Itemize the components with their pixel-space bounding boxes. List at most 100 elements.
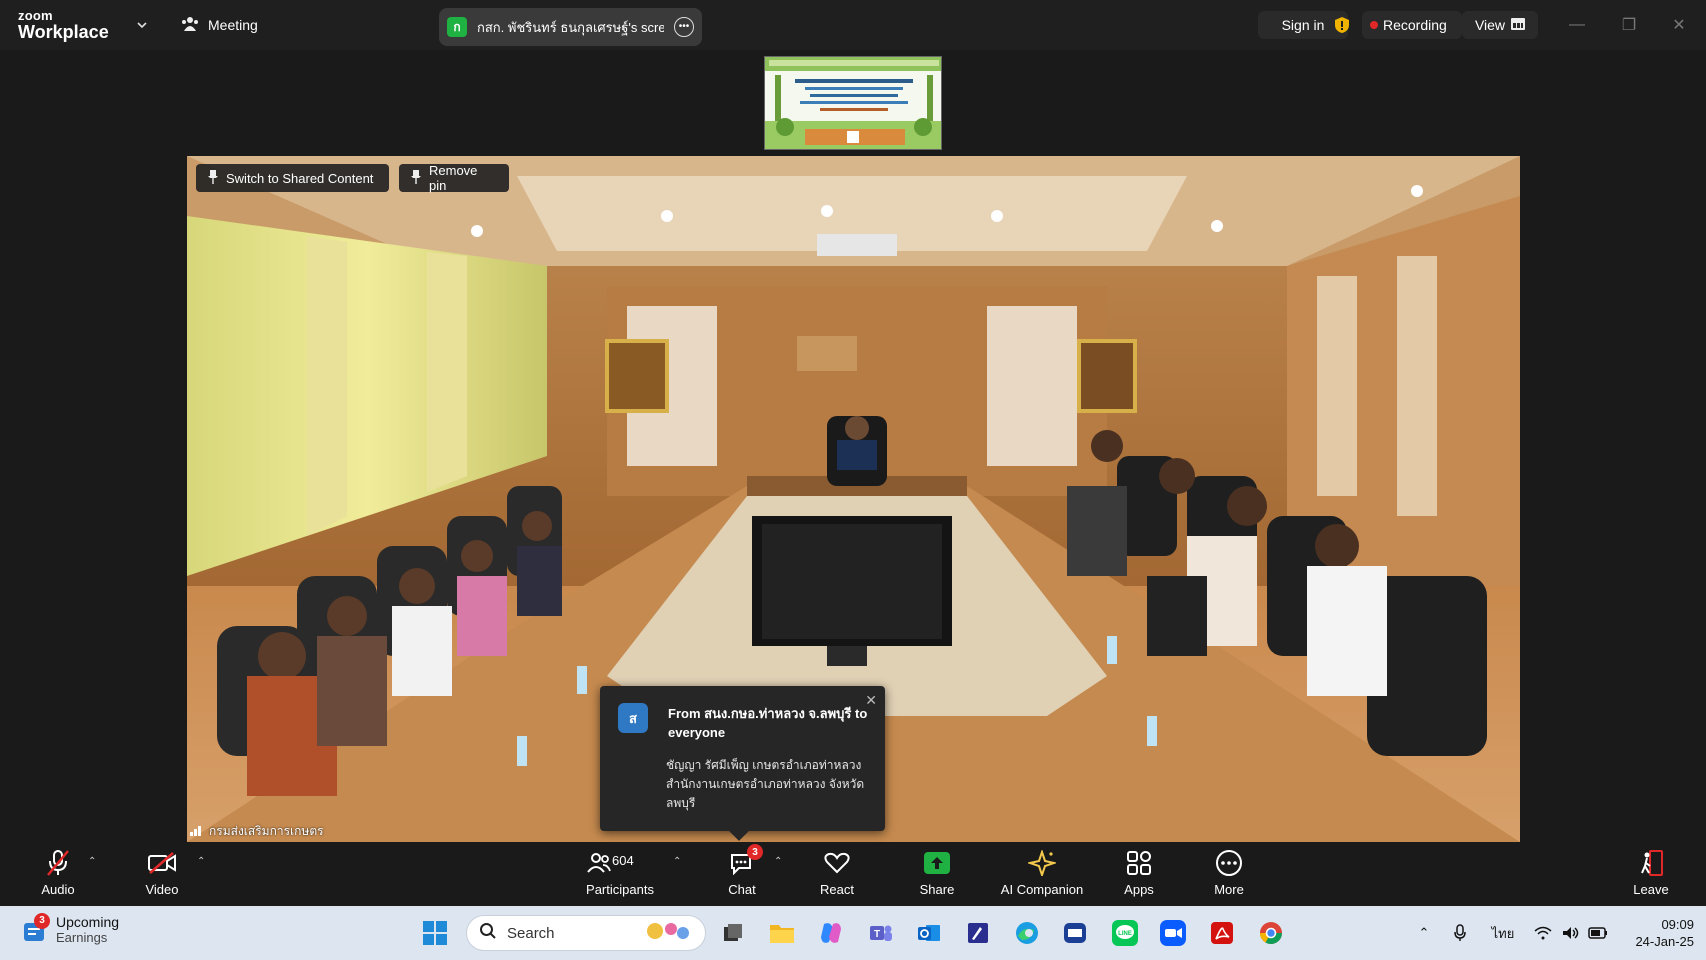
writing-app-icon[interactable] bbox=[963, 918, 993, 948]
apps-button[interactable]: Apps bbox=[1118, 848, 1160, 902]
react-button[interactable]: React bbox=[815, 848, 859, 902]
meeting-people-icon bbox=[180, 15, 200, 36]
file-explorer-icon[interactable] bbox=[767, 918, 797, 948]
zoom-window: zoom Workplace Meeting ก กสก. พัชรินทร์ … bbox=[0, 0, 1706, 960]
chat-button[interactable]: 3 Chat bbox=[722, 844, 763, 902]
zoom-logo: zoom Workplace bbox=[18, 9, 109, 41]
wifi-icon[interactable] bbox=[1532, 922, 1554, 944]
teams-icon[interactable]: T bbox=[866, 918, 896, 948]
switch-to-shared-content-button[interactable]: Switch to Shared Content bbox=[196, 164, 389, 192]
participant-name: กรมส่งเสริมการเกษตร bbox=[209, 823, 324, 838]
video-options-caret-icon[interactable]: ⌃ bbox=[197, 856, 205, 867]
shared-screen-text: กสก. พัชรินทร์ ธนกุลเศรษฐ์'s screen bbox=[477, 19, 664, 35]
copilot-icon[interactable] bbox=[816, 918, 846, 948]
widgets-button[interactable]: 3 Upcoming Earnings bbox=[22, 912, 120, 945]
task-view-icon[interactable] bbox=[718, 918, 748, 948]
widget-subtitle: Earnings bbox=[56, 930, 108, 945]
recording-label: Recording bbox=[1383, 17, 1447, 33]
chat-notification[interactable]: ส From สนง.กษอ.ท่าหลวง จ.ลพบุรี to every… bbox=[600, 686, 885, 841]
title-bar: zoom Workplace Meeting ก กสก. พัชรินทร์ … bbox=[0, 0, 1706, 50]
security-shield-icon[interactable] bbox=[1330, 11, 1354, 39]
chat-sender: From สนง.กษอ.ท่าหลวง จ.ลพบุรี to everyon… bbox=[668, 706, 868, 740]
participants-icon: 604 bbox=[582, 848, 658, 878]
more-label: More bbox=[1214, 882, 1244, 897]
taskbar-search-input[interactable]: Search bbox=[466, 915, 706, 951]
microphone-tray-icon[interactable] bbox=[1450, 922, 1470, 944]
maximize-icon[interactable]: ❐ bbox=[1616, 12, 1642, 38]
chat-bubble-icon: 3 bbox=[725, 844, 763, 878]
brand-zoom-text: zoom bbox=[18, 8, 53, 23]
edge-browser-icon[interactable] bbox=[1012, 918, 1042, 948]
more-options-icon[interactable]: ••• bbox=[674, 17, 694, 37]
meeting-controls: Audio ⌃ Video ⌃ 604 Participants ⌃ 3 Cha… bbox=[0, 842, 1706, 906]
leave-button[interactable]: Leave bbox=[1630, 848, 1672, 902]
chrome-browser-icon[interactable] bbox=[1256, 918, 1286, 948]
show-hidden-icons-chevron-icon[interactable]: ⌃ bbox=[1414, 922, 1434, 944]
system-clock[interactable]: 09:09 24-Jan-25 bbox=[1616, 916, 1694, 950]
audio-button[interactable]: Audio bbox=[34, 848, 82, 902]
participant-count: 604 bbox=[612, 853, 634, 868]
close-window-icon[interactable]: ✕ bbox=[1666, 12, 1692, 38]
windows-start-icon[interactable] bbox=[420, 918, 450, 948]
switch-label: Switch to Shared Content bbox=[226, 170, 374, 186]
share-label: Share bbox=[919, 882, 955, 897]
ai-companion-button[interactable]: AI Companion bbox=[996, 848, 1088, 902]
chat-message: ชัญญา รัศมีเพ็ญ เกษตรอำเภอท่าหลวง สำนักง… bbox=[666, 758, 865, 810]
minimize-icon[interactable]: — bbox=[1564, 12, 1590, 38]
view-button[interactable]: View bbox=[1462, 11, 1538, 39]
react-label: React bbox=[820, 882, 854, 897]
chat-label: Chat bbox=[728, 882, 756, 897]
audio-label: Audio bbox=[41, 882, 75, 897]
volume-icon[interactable] bbox=[1560, 922, 1582, 944]
battery-icon[interactable] bbox=[1586, 922, 1610, 944]
zoom-app-icon[interactable] bbox=[1158, 918, 1188, 948]
heart-icon bbox=[820, 848, 854, 878]
apps-label: Apps bbox=[1124, 882, 1154, 897]
more-dots-icon bbox=[1212, 848, 1246, 878]
apps-grid-icon bbox=[1122, 848, 1156, 878]
leave-exit-icon bbox=[1634, 848, 1668, 878]
outlook-icon[interactable] bbox=[914, 918, 944, 948]
more-button[interactable]: More bbox=[1208, 848, 1250, 902]
close-icon[interactable]: ✕ bbox=[865, 692, 877, 709]
language-indicator[interactable]: ไทย bbox=[1490, 922, 1516, 944]
sparkle-icon bbox=[1025, 848, 1059, 878]
svg-text:LINE: LINE bbox=[1118, 931, 1132, 937]
news-widget-icon: 3 bbox=[22, 912, 50, 943]
sharer-avatar: ก bbox=[447, 17, 467, 37]
recording-indicator[interactable]: Recording bbox=[1362, 11, 1462, 39]
pin-icon bbox=[411, 169, 421, 187]
meeting-label: Meeting bbox=[208, 17, 258, 33]
shared-content-thumbnail[interactable] bbox=[764, 56, 942, 150]
pin-icon bbox=[208, 169, 218, 187]
video-camera-off-icon bbox=[145, 848, 179, 878]
windows-taskbar: 3 Upcoming Earnings Search T LINE ⌃ ไทย … bbox=[0, 906, 1706, 960]
share-button[interactable]: Share bbox=[915, 848, 959, 902]
participants-options-caret-icon[interactable]: ⌃ bbox=[673, 856, 681, 867]
chevron-down-icon[interactable] bbox=[134, 17, 150, 33]
signal-strength-icon bbox=[190, 824, 204, 839]
participants-button[interactable]: 604 Participants bbox=[582, 848, 658, 902]
clock-time: 09:09 bbox=[1661, 917, 1694, 932]
chat-unread-badge: 3 bbox=[747, 844, 763, 860]
remove-pin-label: Remove pin bbox=[429, 163, 478, 193]
audio-options-caret-icon[interactable]: ⌃ bbox=[88, 856, 96, 867]
remove-pin-button[interactable]: Remove pin bbox=[399, 163, 509, 193]
view-label: View bbox=[1474, 17, 1506, 33]
widget-title: Upcoming bbox=[56, 914, 120, 930]
svg-text:T: T bbox=[874, 929, 880, 940]
shared-screen-indicator[interactable]: ก กสก. พัชรินทร์ ธนกุลเศรษฐ์'s screen ••… bbox=[439, 8, 702, 46]
acrobat-reader-icon[interactable] bbox=[1207, 918, 1237, 948]
search-placeholder: Search bbox=[507, 924, 555, 942]
ai-companion-label: AI Companion bbox=[1000, 882, 1084, 897]
meeting-menu-button[interactable]: Meeting bbox=[180, 12, 258, 38]
recording-dot-icon bbox=[1370, 21, 1378, 29]
video-button[interactable]: Video bbox=[138, 848, 186, 902]
leave-label: Leave bbox=[1633, 882, 1669, 897]
microphone-muted-icon bbox=[41, 848, 75, 878]
remote-app-icon[interactable] bbox=[1060, 918, 1090, 948]
chat-options-caret-icon[interactable]: ⌃ bbox=[774, 856, 782, 867]
share-screen-icon bbox=[920, 848, 954, 878]
search-icon bbox=[479, 922, 497, 944]
line-app-icon[interactable]: LINE bbox=[1110, 918, 1140, 948]
